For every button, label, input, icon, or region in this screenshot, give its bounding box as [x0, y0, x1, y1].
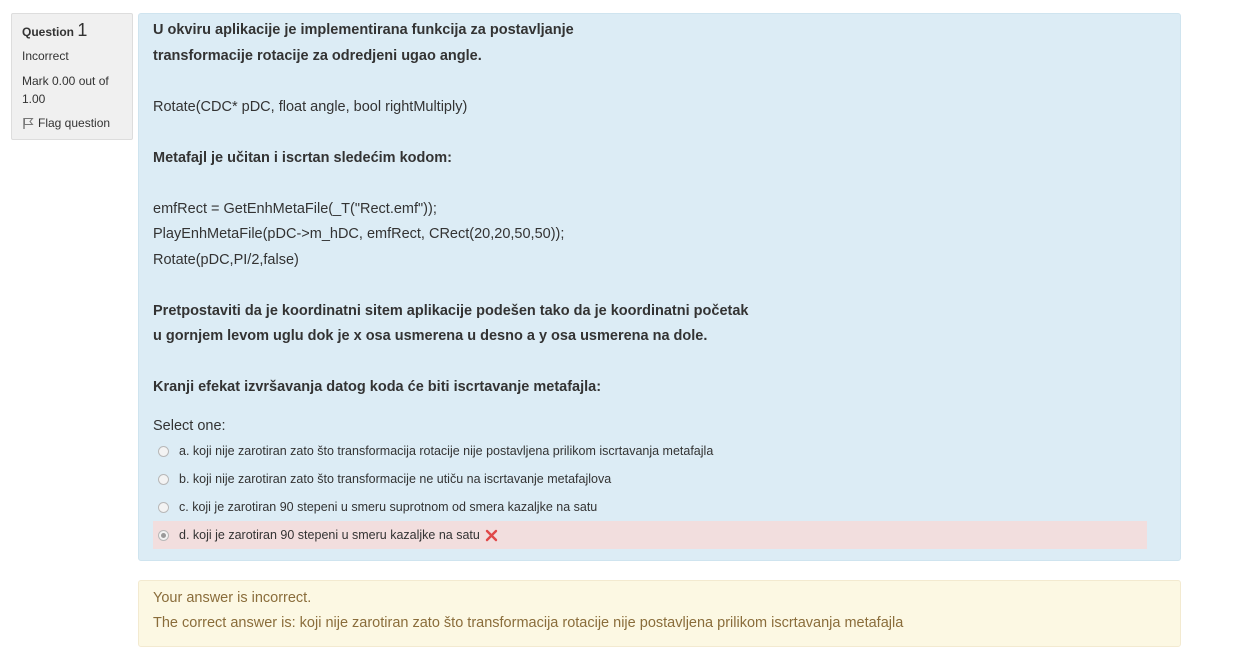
- question-text-line: Metafajl je učitan i iscrtan sledećim ko…: [153, 150, 452, 166]
- radio-button[interactable]: [158, 501, 169, 513]
- question-code-line: Rotate(pDC,PI/2,false): [153, 252, 299, 268]
- grade-line-1: Mark 0.00 out of: [22, 74, 109, 88]
- answer-option-a[interactable]: a. koji nije zarotiran zato što transfor…: [153, 437, 1147, 465]
- question-grade: Mark 0.00 out of 1.00: [22, 72, 122, 108]
- question-code-line: PlayEnhMetaFile(pDC->m_hDC, emfRect, CRe…: [153, 226, 565, 242]
- feedback-box: Your answer is incorrect. The correct an…: [138, 580, 1181, 647]
- question-text-line: transformacije rotacije za odredjeni uga…: [153, 48, 482, 64]
- feedback-correct-answer: The correct answer is: koji nije zarotir…: [153, 615, 904, 631]
- radio-button[interactable]: [158, 445, 169, 457]
- answer-option-label: d. koji je zarotiran 90 stepeni u smeru …: [179, 528, 480, 542]
- grade-line-2: 1.00: [22, 92, 46, 106]
- question-info-panel: Question 1 Incorrect Mark 0.00 out of 1.…: [11, 13, 133, 140]
- select-one-prompt: Select one:: [153, 418, 226, 434]
- question-text-line: U okviru aplikacije je implementirana fu…: [153, 22, 574, 38]
- question-state: Incorrect: [22, 49, 69, 63]
- radio-button-selected[interactable]: [158, 529, 169, 541]
- question-code-line: emfRect = GetEnhMetaFile(_T("Rect.emf"))…: [153, 201, 437, 217]
- answer-option-label: c. koji je zarotiran 90 stepeni u smeru …: [179, 500, 598, 514]
- flag-icon: [22, 117, 34, 129]
- question-text-line: u gornjem levom uglu dok je x osa usmere…: [153, 328, 708, 344]
- question-text-line: Kranji efekat izvršavanja datog koda će …: [153, 379, 602, 395]
- question-number: Question 1: [22, 21, 122, 41]
- question-content: U okviru aplikacije je implementirana fu…: [138, 13, 1181, 561]
- answer-option-c[interactable]: c. koji je zarotiran 90 stepeni u smeru …: [153, 493, 1147, 521]
- question-text-line: Pretpostaviti da je koordinatni sitem ap…: [153, 303, 749, 319]
- question-code-line: Rotate(CDC* pDC, float angle, bool right…: [153, 99, 468, 115]
- answer-option-label: b. koji nije zarotiran zato što transfor…: [179, 472, 612, 486]
- flag-question-label: Flag question: [38, 116, 111, 130]
- answer-option-d[interactable]: d. koji je zarotiran 90 stepeni u smeru …: [153, 521, 1147, 549]
- answer-option-label: a. koji nije zarotiran zato što transfor…: [179, 444, 714, 458]
- question-number-value: 1: [77, 20, 88, 40]
- feedback-result: Your answer is incorrect.: [153, 590, 312, 606]
- radio-button[interactable]: [158, 473, 169, 485]
- flag-question-button[interactable]: Flag question: [22, 114, 122, 132]
- answer-option-b[interactable]: b. koji nije zarotiran zato što transfor…: [153, 465, 1147, 493]
- incorrect-x-icon: [485, 529, 498, 542]
- question-label: Question: [22, 25, 75, 39]
